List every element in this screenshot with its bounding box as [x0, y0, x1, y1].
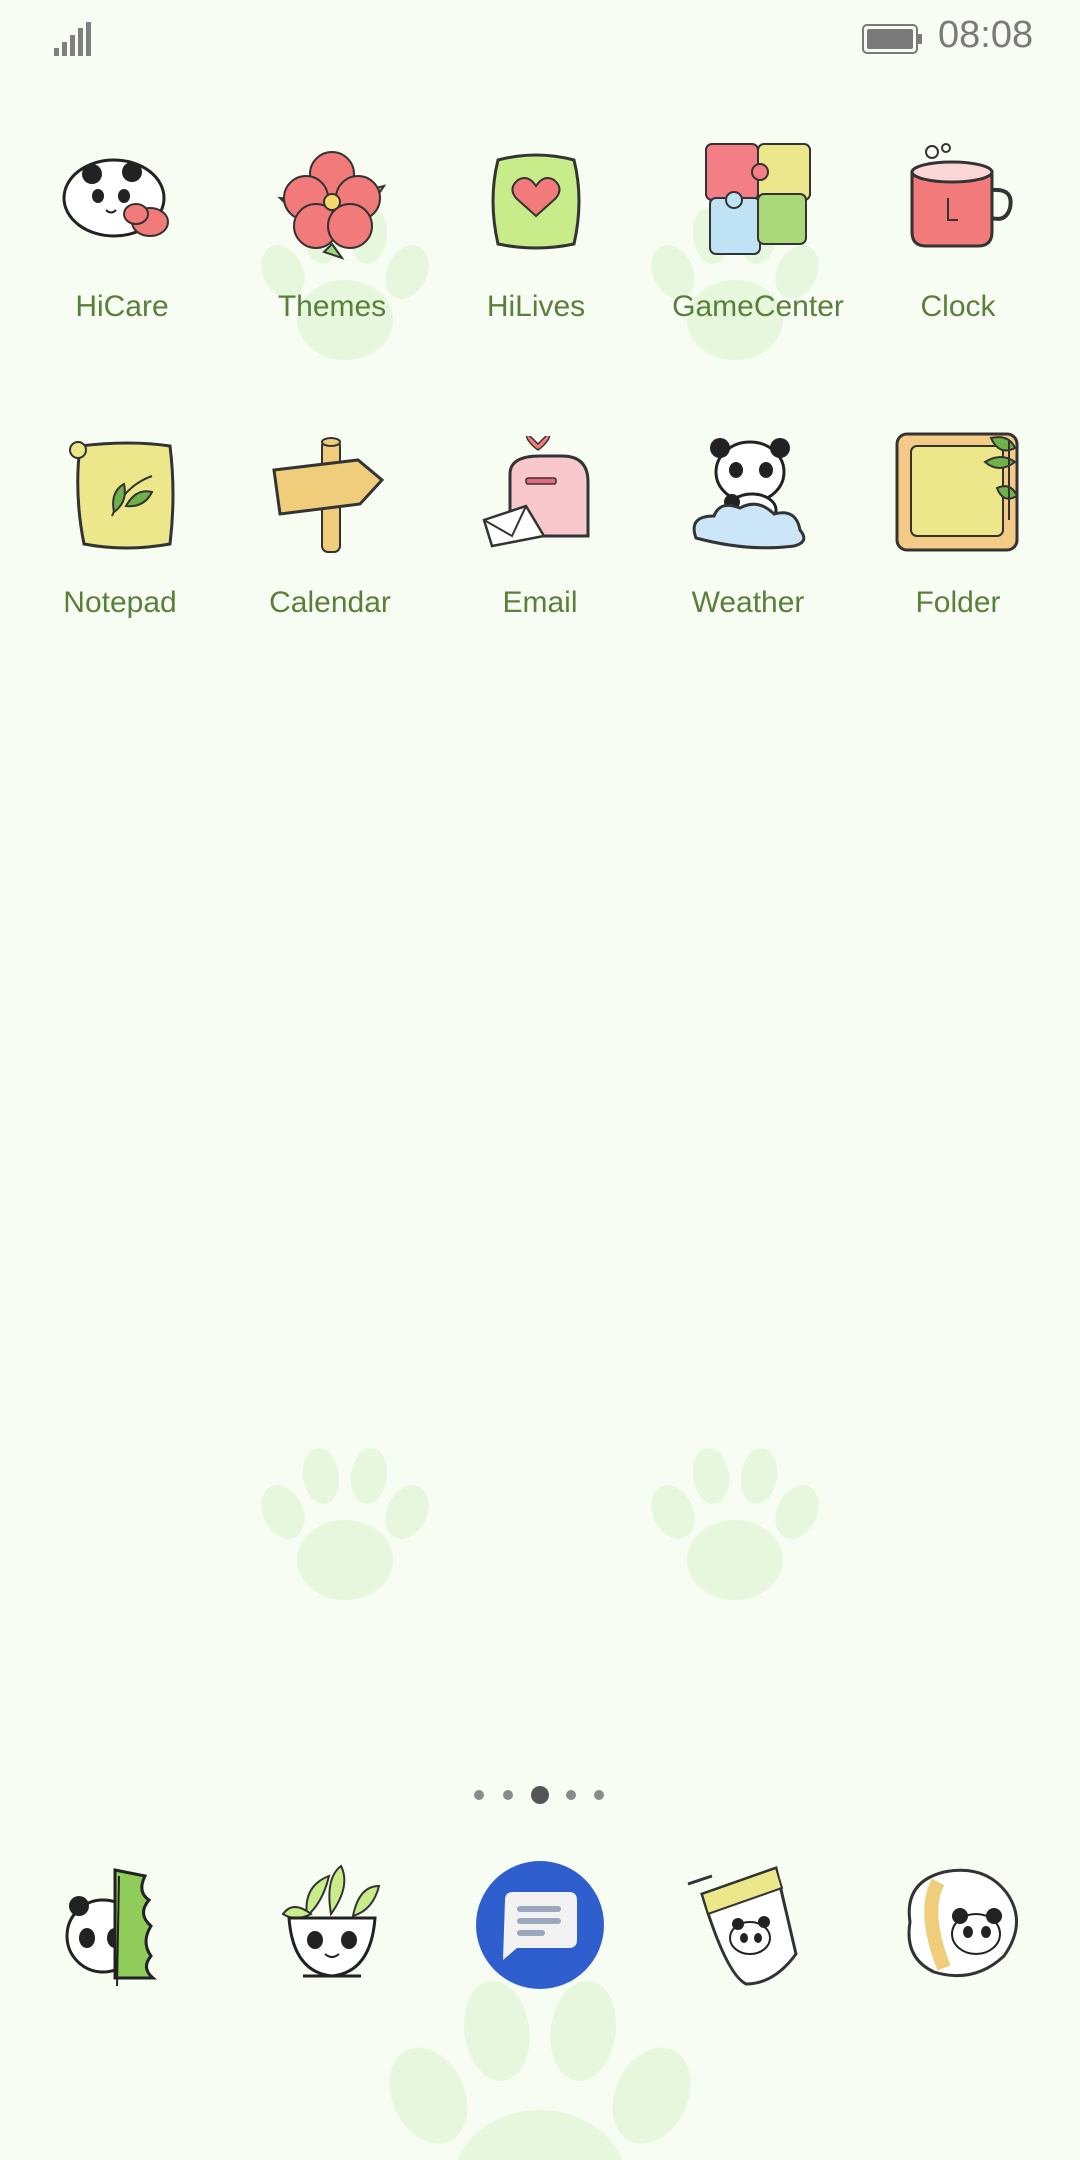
status-bar: 08:08 [0, 0, 1080, 80]
app-label: Folder [915, 586, 1001, 619]
heart-bag-icon [491, 153, 581, 250]
mailbox-icon [482, 436, 590, 548]
app-email[interactable]: Email [445, 436, 635, 656]
app-label: Email [502, 586, 578, 619]
mug-icon [910, 143, 1013, 248]
app-label: HiCare [75, 290, 169, 323]
page-dot[interactable] [594, 1790, 604, 1800]
page-dot[interactable] [566, 1790, 576, 1800]
status-time: 08:08 [938, 14, 1034, 56]
app-folder[interactable]: Folder [863, 432, 1053, 656]
battery-icon [862, 24, 922, 54]
panda-sleeping-icon [62, 158, 169, 238]
page-indicator[interactable] [0, 1780, 1080, 1810]
messages-app[interactable] [475, 1860, 605, 1990]
app-label: Calendar [269, 586, 391, 619]
bamboo-paper-icon [69, 441, 175, 550]
panda-bamboo-icon[interactable] [57, 1860, 187, 1990]
panda-cloud-icon [692, 438, 806, 550]
paw-print-4 [643, 1445, 827, 1600]
app-clock[interactable]: Clock [863, 140, 1053, 360]
page-dot[interactable] [474, 1790, 484, 1800]
page-dot[interactable] [503, 1790, 513, 1800]
app-label: Themes [277, 290, 387, 323]
panda-bun-icon[interactable] [898, 1860, 1028, 1990]
app-notepad[interactable]: Notepad [25, 436, 215, 656]
app-calendar[interactable]: Calendar [235, 436, 425, 656]
signpost-icon [272, 437, 385, 553]
app-label: Clock [920, 290, 996, 323]
app-weather[interactable]: Weather [653, 436, 843, 656]
picture-frame-icon [895, 432, 1019, 552]
panda-drink-cup-icon[interactable] [682, 1860, 812, 1990]
signal-bars-icon [54, 22, 91, 56]
app-label: GameCenter [672, 290, 844, 323]
paw-print-3 [253, 1445, 437, 1600]
page-dot-active[interactable] [531, 1786, 549, 1804]
app-label: Notepad [63, 586, 177, 619]
panda-plant-pot-icon[interactable] [267, 1860, 397, 1990]
app-hicare[interactable]: HiCare [27, 140, 217, 360]
app-gamecenter[interactable]: GameCenter [663, 140, 853, 360]
app-label: Weather [691, 586, 805, 619]
messages-icon [476, 1861, 604, 1989]
puzzle-icon [705, 143, 811, 255]
app-label: HiLives [486, 290, 586, 323]
dock [0, 1860, 1080, 2020]
app-hilives[interactable]: HiLives [441, 140, 631, 360]
app-themes[interactable]: Themes [237, 140, 427, 360]
flower-icon [277, 151, 387, 260]
